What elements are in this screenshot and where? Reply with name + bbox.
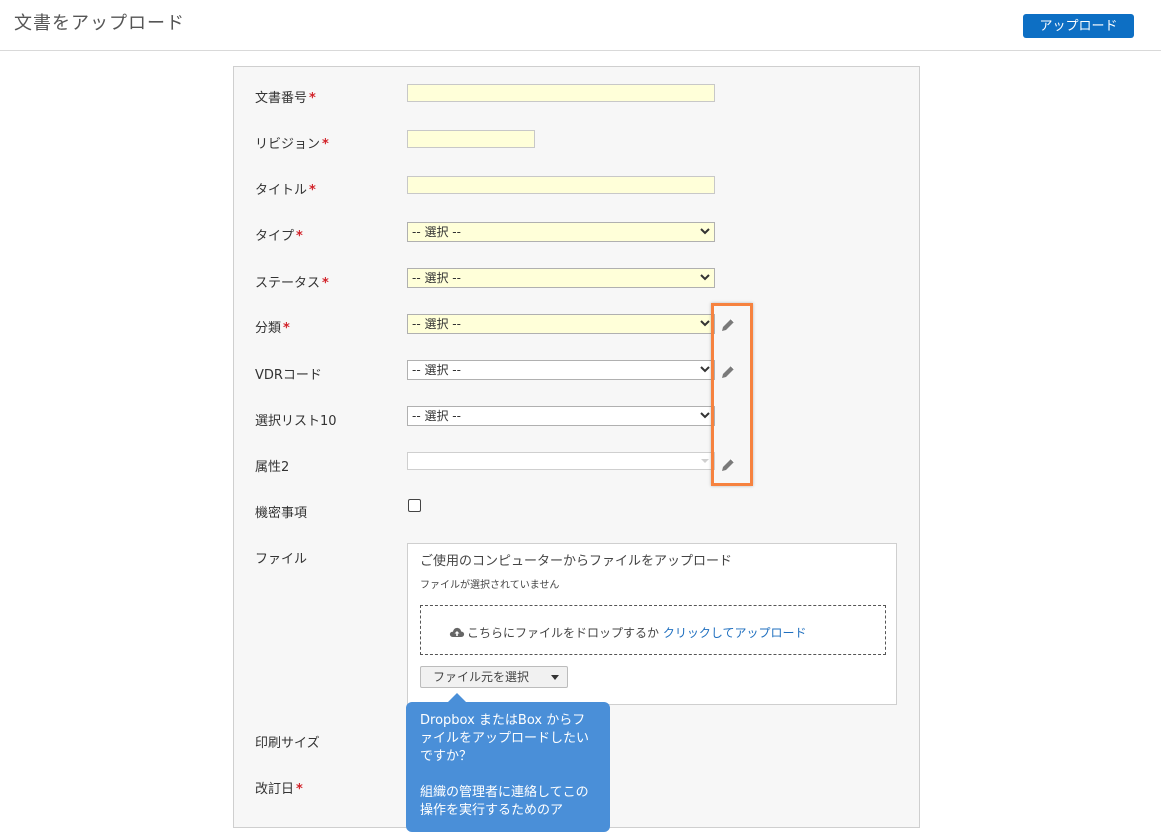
doc-number-label-text: 文書番号 [255, 91, 308, 106]
picklist10-select-value: -- 選択 -- [412, 409, 461, 423]
file-status-text: ファイルが選択されていません [420, 580, 560, 591]
file-upload-heading: ご使用のコンピューターからファイルをアップロード [420, 554, 733, 569]
tooltip-line-1: Dropbox またはBox からファイルをアップロードしたいですか？ [420, 713, 590, 764]
page-title: 文書をアップロード [14, 13, 185, 34]
doc-number-input[interactable] [407, 84, 715, 102]
required-mark: * [309, 183, 316, 198]
file-upload-box: ご使用のコンピューターからファイルをアップロード ファイルが選択されていません … [407, 543, 897, 705]
confidential-checkbox[interactable] [408, 499, 421, 512]
status-select-value: -- 選択 -- [412, 271, 461, 285]
doc-number-label: 文書番号 * [255, 87, 316, 106]
picklist10-label: 選択リスト10 [255, 414, 337, 429]
type-select[interactable]: -- 選択 -- [407, 222, 715, 242]
revision-date-label: 改訂日 * [255, 778, 303, 797]
chevron-down-icon [700, 274, 710, 281]
click-to-upload-link[interactable]: クリックしてアップロード [663, 626, 807, 640]
required-mark: * [309, 91, 316, 106]
revision-label: リビジョン * [255, 133, 329, 152]
cloud-upload-icon [449, 627, 465, 637]
picklist10-select[interactable]: -- 選択 -- [407, 406, 715, 426]
title-input[interactable] [407, 176, 715, 194]
chevron-down-icon [701, 459, 709, 463]
select-file-source-button[interactable]: ファイル元を選択 [420, 666, 568, 688]
file-dropzone[interactable]: こちらにファイルをドロップするか クリックしてアップロード [420, 605, 886, 655]
file-source-tooltip: Dropbox またはBox からファイルをアップロードしたいですか？ 組織の管… [406, 693, 610, 832]
title-label-text: タイトル [255, 183, 308, 198]
required-mark: * [322, 137, 329, 152]
type-label-text: タイプ [255, 229, 295, 244]
chevron-down-icon [700, 412, 710, 419]
file-label: ファイル [255, 552, 308, 567]
category-label-text: 分類 [255, 321, 282, 336]
dropzone-text: こちらにファイルをドロップするか クリックしてアップロード [449, 624, 807, 641]
type-select-value: -- 選択 -- [412, 225, 461, 239]
required-mark: * [322, 276, 329, 291]
chevron-down-icon [700, 228, 710, 235]
status-label: ステータス * [255, 272, 329, 291]
upload-button[interactable]: アップロード [1023, 14, 1134, 38]
select-file-source-label: ファイル元を選択 [433, 670, 530, 684]
vdr-code-select-value: -- 選択 -- [412, 363, 461, 377]
vdr-code-label: VDRコード [255, 368, 322, 383]
status-label-text: ステータス [255, 276, 321, 291]
category-select-value: -- 選択 -- [412, 317, 461, 331]
category-label: 分類 * [255, 317, 290, 336]
revision-label-text: リビジョン [255, 137, 321, 152]
chevron-down-icon [700, 320, 710, 327]
print-size-label: 印刷サイズ [255, 736, 320, 751]
title-label: タイトル * [255, 179, 316, 198]
revision-input[interactable] [407, 130, 535, 148]
required-mark: * [296, 229, 303, 244]
highlight-box [711, 303, 753, 486]
dropzone-instructions: こちらにファイルをドロップするか [467, 626, 660, 640]
caret-down-icon [551, 675, 559, 680]
attribute2-select[interactable] [407, 452, 715, 470]
tooltip-line-2: 組織の管理者に連絡してこの操作を実行するためのア [420, 785, 589, 818]
type-label: タイプ * [255, 225, 303, 244]
page-header: 文書をアップロード アップロード [0, 0, 1161, 51]
attribute2-label: 属性2 [255, 460, 290, 475]
revision-date-label-text: 改訂日 [255, 782, 295, 797]
vdr-code-select[interactable]: -- 選択 -- [407, 360, 715, 380]
required-mark: * [296, 782, 303, 797]
required-mark: * [283, 321, 290, 336]
confidential-label: 機密事項 [255, 506, 308, 521]
category-select[interactable]: -- 選択 -- [407, 314, 715, 334]
chevron-down-icon [700, 366, 710, 373]
status-select[interactable]: -- 選択 -- [407, 268, 715, 288]
